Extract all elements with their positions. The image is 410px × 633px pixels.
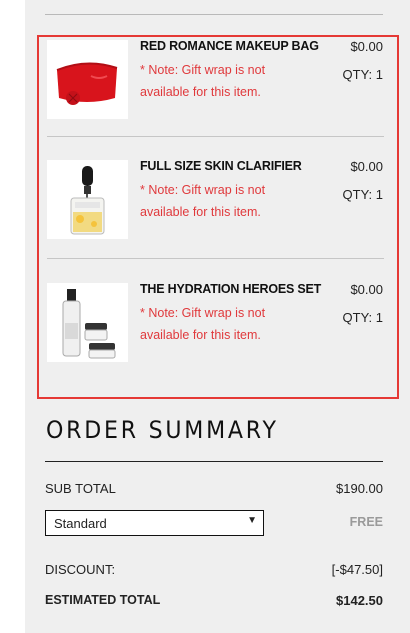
item-price: $0.00 [350, 282, 383, 297]
red-makeup-bag-image[interactable] [47, 40, 128, 119]
subtotal-label: SUB TOTAL [45, 481, 116, 496]
item-quantity: QTY: 1 [342, 67, 383, 82]
shipping-method-select[interactable]: Standard ▼ [45, 510, 264, 536]
cart-item: THE HYDRATION HEROES SET * Note: Gift wr… [39, 282, 397, 404]
cart-items-highlight: RED ROMANCE MAKEUP BAG * Note: Gift wrap… [37, 35, 399, 399]
dropdown-arrow-icon: ▼ [247, 515, 257, 526]
item-divider [47, 258, 384, 259]
shipping-selected-value: Standard [54, 516, 107, 531]
gift-wrap-note: * Note: Gift wrap is not available for t… [140, 183, 266, 219]
serum-dropper-bottle-image[interactable] [47, 160, 128, 239]
estimated-total-label: ESTIMATED TOTAL [45, 593, 161, 607]
summary-divider [45, 461, 383, 462]
item-price: $0.00 [350, 39, 383, 54]
cart-item: RED ROMANCE MAKEUP BAG * Note: Gift wrap… [39, 39, 397, 161]
discount-label: DISCOUNT: [45, 562, 116, 577]
item-name[interactable]: THE HYDRATION HEROES SET [140, 282, 321, 296]
skincare-set-image[interactable] [47, 283, 128, 362]
subtotal-value: $190.00 [336, 481, 383, 496]
item-quantity: QTY: 1 [342, 187, 383, 202]
order-summary-heading: ORDER SUMMARY [46, 416, 279, 444]
shipping-cost: FREE [349, 515, 383, 529]
discount-value: [-$47.50] [331, 562, 383, 577]
gift-wrap-note: * Note: Gift wrap is not available for t… [140, 63, 266, 99]
item-divider [47, 136, 384, 137]
cart-item: FULL SIZE SKIN CLARIFIER * Note: Gift wr… [39, 159, 397, 281]
item-name[interactable]: RED ROMANCE MAKEUP BAG [140, 39, 319, 53]
item-name[interactable]: FULL SIZE SKIN CLARIFIER [140, 159, 302, 173]
item-price: $0.00 [350, 159, 383, 174]
gift-wrap-note: * Note: Gift wrap is not available for t… [140, 306, 266, 342]
estimated-total-value: $142.50 [336, 593, 383, 608]
top-divider [45, 14, 383, 15]
item-quantity: QTY: 1 [342, 310, 383, 325]
